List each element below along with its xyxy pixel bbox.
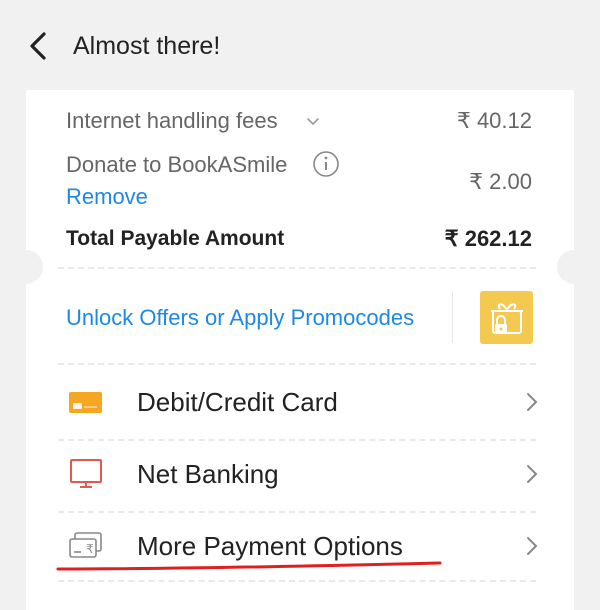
payment-option-netbanking[interactable]: Net Banking [58,439,538,509]
card-icon [62,382,110,422]
gift-lock-icon [491,303,523,334]
gift-tile[interactable] [480,291,533,344]
payment-option-label: More Payment Options [137,530,403,561]
chevron-right-icon [522,387,542,417]
ticket-notch-left [9,250,43,284]
donate-value: ₹ 2.00 [469,169,532,194]
offers-link[interactable]: Unlock Offers or Apply Promocodes [66,305,414,331]
ticket-notch-right [557,250,591,284]
fees-label: Internet handling fees [66,108,278,133]
red-underline-annotation [56,561,442,571]
page-title: Almost there! [73,32,221,60]
offers-row[interactable]: Unlock Offers or Apply Promocodes [26,280,574,350]
divider [58,580,536,582]
chevron-right-icon [522,531,542,561]
back-arrow-icon [30,32,46,60]
info-icon[interactable] [312,150,340,178]
total-label: Total Payable Amount [66,227,285,250]
back-button[interactable] [18,26,58,66]
payment-option-label: Net Banking [137,458,279,489]
donate-label: Donate to BookASmile [66,152,288,177]
divider [58,267,536,269]
chevron-right-icon [522,459,542,489]
payment-option-label: Debit/Credit Card [137,386,338,417]
remove-link[interactable]: Remove [66,184,148,210]
payment-card: Internet handling fees ₹ 40.12 Donate to… [9,90,591,610]
total-value: ₹ 262.12 [444,226,532,251]
chevron-down-icon [307,118,319,126]
fees-value: ₹ 40.12 [456,108,532,133]
header: Almost there! [0,0,600,90]
svg-text:₹: ₹ [86,542,94,556]
monitor-icon [62,454,110,494]
payment-option-card[interactable]: Debit/Credit Card [58,367,538,437]
fees-row[interactable]: Internet handling fees ₹ 40.12 [26,104,574,140]
divider [58,363,536,365]
vertical-separator [452,291,453,343]
